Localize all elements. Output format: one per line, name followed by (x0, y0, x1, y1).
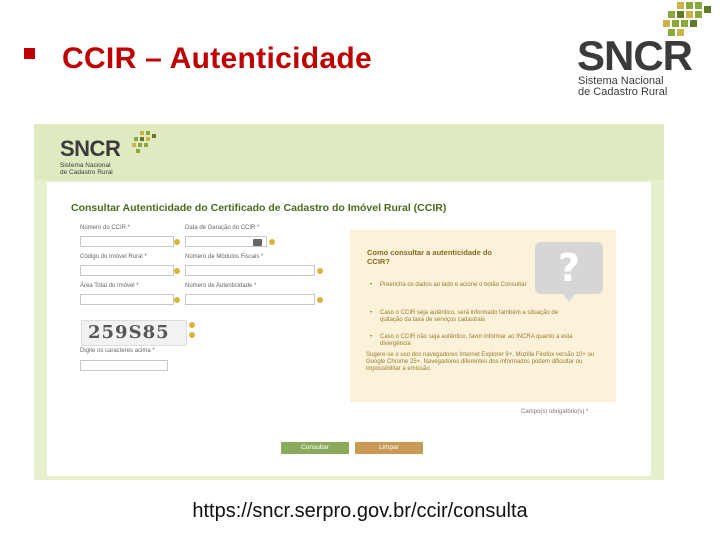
slide-title: CCIR – Autenticidade (62, 42, 372, 75)
help-title: Como consultar a autenticidade do CCIR? (367, 248, 493, 266)
numero-autenticidade-input[interactable] (185, 294, 315, 305)
help-item: Preencha os dados ao lado e acione o bot… (370, 282, 580, 289)
captcha-label: Digite os caracteres acima * (80, 348, 155, 354)
logo-line-2: de Cadastro Rural (578, 86, 668, 98)
data-geracao-help-icon[interactable] (269, 239, 275, 245)
numero-ccir-input[interactable] (80, 236, 174, 247)
page-header: SNCR Sistema Nacional de Cadastro Rural (34, 124, 664, 180)
numero-autenticidade-help-icon[interactable] (317, 297, 323, 303)
page-logo-dots-icon (132, 131, 160, 155)
limpar-button[interactable]: Limpar (355, 442, 423, 454)
screenshot-frame: SNCR Sistema Nacional de Cadastro Rural … (34, 124, 664, 480)
codigo-imovel-input[interactable] (80, 265, 174, 276)
codigo-imovel-label: Código do Imóvel Rural * (80, 254, 147, 260)
data-geracao-label: Data de Geração do CCIR * (185, 225, 260, 231)
page-logo-line-2: de Cadastro Rural (60, 169, 113, 176)
codigo-imovel-help-icon[interactable] (174, 268, 180, 274)
form-title: Consultar Autenticidade do Certificado d… (71, 202, 447, 214)
consultar-button[interactable]: Consultar (281, 442, 349, 454)
numero-modulos-label: Número de Módulos Fiscais * (185, 254, 264, 260)
page-logo-name: SNCR (60, 136, 121, 161)
help-item: Caso o CCIR seja autêntico, será informa… (370, 310, 580, 324)
numero-modulos-help-icon[interactable] (317, 268, 323, 274)
slide-url: https://sncr.serpro.gov.br/ccir/consulta (192, 500, 528, 522)
logo-name: SNCR (577, 32, 693, 79)
page-logo: SNCR Sistema Nacional de Cadastro Rural (60, 136, 121, 176)
area-total-label: Área Total do Imóvel * (80, 283, 139, 289)
captcha-refresh-icon[interactable] (189, 322, 195, 328)
numero-autenticidade-label: Número de Autenticidade * (185, 283, 257, 289)
required-note: Campo(s) obrigatório(s) * (521, 409, 589, 415)
consulta-panel: Consultar Autenticidade do Certificado d… (47, 182, 651, 476)
numero-ccir-help-icon[interactable] (174, 239, 180, 245)
captcha-audio-icon[interactable] (189, 332, 195, 338)
captcha-input[interactable] (80, 360, 168, 371)
browser-note: Sugere-se o uso dos navegadores Internet… (366, 352, 595, 372)
calendar-icon[interactable] (253, 239, 262, 246)
sncr-logo: SNCR Sistema Nacional de Cadastro Rural (575, 0, 715, 110)
area-total-input[interactable] (80, 294, 174, 305)
help-item: Caso o CCIR não seja autêntico, favor in… (370, 334, 580, 348)
slide-bullet (24, 48, 35, 59)
logo-subtitle: Sistema Nacional de Cadastro Rural (578, 76, 667, 98)
area-total-help-icon[interactable] (174, 297, 180, 303)
numero-modulos-input[interactable] (185, 265, 315, 276)
help-box: ? Como consultar a autenticidade do CCIR… (350, 230, 616, 402)
numero-ccir-label: Número do CCIR * (80, 225, 131, 231)
page-logo-line-1: Sistema Nacional (60, 162, 111, 169)
captcha-image: 259S85 (81, 320, 187, 346)
